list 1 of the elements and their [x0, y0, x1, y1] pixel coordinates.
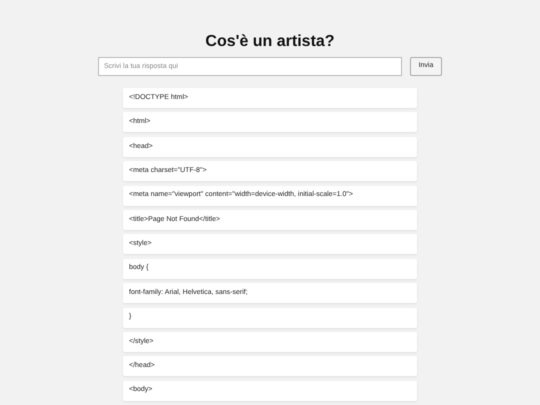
- page-title: Cos'è un artista?: [205, 33, 335, 51]
